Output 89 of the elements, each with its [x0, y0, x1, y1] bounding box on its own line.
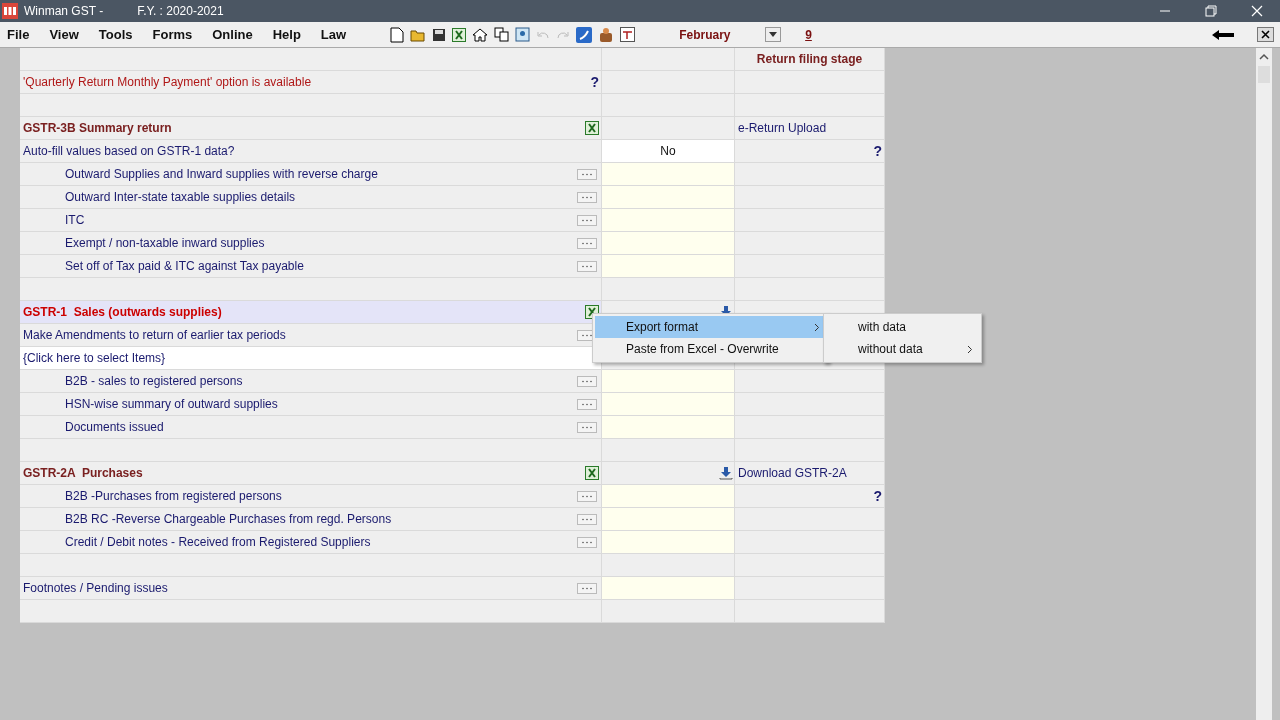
excel-icon[interactable] [452, 27, 467, 42]
dots-icon [581, 333, 593, 337]
menu-item[interactable]: Tools [98, 27, 133, 42]
answer-field[interactable]: No [602, 144, 734, 158]
dots-icon [581, 218, 593, 222]
menu-item[interactable]: View [49, 27, 79, 42]
excel-icon[interactable] [585, 121, 599, 135]
section-title: GSTR-2A Purchases [22, 466, 144, 480]
menu-item[interactable]: Online [212, 27, 253, 42]
excel-icon[interactable] [585, 466, 599, 480]
section-title: GSTR-1 Sales (outwards supplies) [22, 305, 223, 319]
menu-option[interactable]: Paste from Excel - Overwrite [595, 338, 826, 360]
return-item[interactable]: Exempt / non-taxable inward supplies [20, 236, 577, 250]
return-item[interactable]: Footnotes / Pending issues [20, 581, 577, 595]
financial-year: F.Y. : 2020-2021 [137, 4, 224, 18]
help-icon[interactable]: ? [873, 143, 882, 159]
caret-icon [769, 32, 778, 37]
return-item[interactable]: Documents issued [20, 420, 577, 434]
menu-option[interactable]: Export format [595, 316, 826, 338]
dots-icon [581, 172, 593, 176]
more-button[interactable] [577, 237, 597, 249]
chevron-icon [814, 322, 820, 332]
action-link[interactable]: e-Return Upload [735, 121, 827, 135]
dots-icon [581, 241, 593, 245]
return-item[interactable]: Credit / Debit notes - Received from Registered Suppliers [20, 535, 577, 549]
month-label: February [679, 27, 732, 42]
more-button[interactable] [577, 582, 597, 594]
more-button[interactable] [577, 191, 597, 203]
chevron-icon [967, 344, 973, 354]
return-item[interactable]: ITC [20, 213, 577, 227]
more-button[interactable] [577, 490, 597, 502]
close-icon [1251, 5, 1263, 17]
menu-item[interactable]: Law [320, 27, 347, 42]
section-title: GSTR-3B Summary return [22, 121, 173, 135]
day-link[interactable]: 9 [805, 27, 812, 42]
bag-icon[interactable] [598, 26, 615, 43]
phone-icon[interactable] [576, 26, 593, 43]
return-item[interactable]: Set off of Tax paid & ITC against Tax payable [20, 259, 577, 273]
return-item[interactable]: Outward Inter-state taxable supplies details [20, 190, 577, 204]
more-button[interactable] [577, 398, 597, 410]
menu-item[interactable]: File [7, 27, 30, 42]
dots-icon [581, 517, 593, 521]
dots-icon [581, 264, 593, 268]
download-icon[interactable] [719, 466, 733, 480]
restore-icon [1205, 5, 1217, 17]
return-item[interactable]: Outward Supplies and Inward supplies with reverse charge [20, 167, 577, 181]
menu-item[interactable]: Forms [152, 27, 193, 42]
dots-icon [581, 540, 593, 544]
menu-item[interactable]: Help [272, 27, 301, 42]
more-button[interactable] [577, 214, 597, 226]
help-icon[interactable]: ? [873, 488, 882, 504]
home-icon[interactable] [472, 27, 489, 42]
question-label: Auto-fill values based on GSTR-1 data? [22, 144, 236, 158]
more-button[interactable] [577, 375, 597, 387]
screen-icon[interactable] [515, 27, 531, 42]
dots-icon [581, 195, 593, 199]
action-link[interactable]: Download GSTR-2A [735, 466, 847, 480]
dropdown-button[interactable] [765, 27, 782, 42]
tally-icon[interactable] [620, 27, 636, 42]
more-button[interactable] [577, 260, 597, 272]
menu-option[interactable]: without data [826, 338, 979, 360]
return-item[interactable]: B2B -Purchases from registered persons [20, 489, 577, 503]
dots-icon [581, 402, 593, 406]
more-button[interactable] [577, 513, 597, 525]
return-item[interactable]: B2B RC -Reverse Chargeable Purchases from regd. Persons [20, 512, 577, 526]
help-icon[interactable]: ? [590, 74, 599, 90]
close-form-button[interactable] [1257, 27, 1274, 42]
menu-option[interactable]: with data [826, 316, 979, 338]
more-button[interactable] [577, 536, 597, 548]
dots-icon [581, 379, 593, 383]
return-item[interactable]: B2B - sales to registered persons [20, 374, 577, 388]
scrollbar[interactable] [1256, 48, 1272, 720]
app-logo-icon [2, 3, 18, 19]
dots-icon [581, 494, 593, 498]
save-icon[interactable] [432, 27, 447, 42]
window-title: Winman GST - [24, 4, 104, 18]
close-icon [1261, 30, 1270, 39]
return-item[interactable]: Make Amendments to return of earlier tax periods [20, 328, 577, 342]
dots-icon [581, 425, 593, 429]
copy-icon[interactable] [494, 27, 510, 42]
dots-icon [581, 586, 593, 590]
more-button[interactable] [577, 168, 597, 180]
notice-text: 'Quarterly Return Monthly Payment' option is available [22, 75, 313, 89]
return-item[interactable]: HSN-wise summary of outward supplies [20, 397, 577, 411]
column-header: Return filing stage [755, 52, 864, 66]
new-file-icon[interactable] [390, 26, 405, 43]
more-button[interactable] [577, 421, 597, 433]
folder-icon[interactable] [410, 27, 427, 42]
back-arrow-icon[interactable] [1211, 28, 1235, 41]
